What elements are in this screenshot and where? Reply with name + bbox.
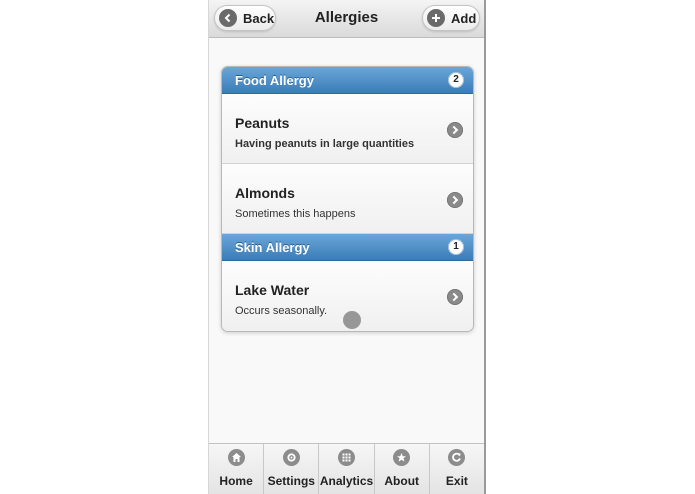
nav-label: Exit [445, 474, 468, 488]
phone-screen: Back Allergies Add Food Allergy 2 Peanut… [208, 0, 486, 494]
item-title: Almonds [235, 185, 295, 201]
nav-about[interactable]: About [375, 444, 430, 494]
nav-label: Analytics [319, 474, 374, 488]
chevron-right-icon [447, 192, 463, 208]
item-description: Having peanuts in large quantities [235, 138, 415, 150]
nav-exit[interactable]: Exit [430, 444, 484, 494]
item-title: Peanuts [235, 115, 290, 131]
list-item-almonds[interactable]: Almonds Sometimes this happens [222, 164, 473, 234]
item-description: Sometimes this happens [235, 208, 356, 220]
count-badge: 2 [448, 72, 464, 88]
list-item-peanuts[interactable]: Peanuts Having peanuts in large quantiti… [222, 94, 473, 164]
nav-label: Settings [267, 474, 315, 488]
refresh-icon [448, 449, 466, 466]
header-bar: Back Allergies Add [209, 0, 484, 38]
divider-title: Skin Allergy [235, 240, 310, 255]
plus-icon [427, 9, 445, 27]
touch-indicator [343, 311, 361, 329]
nav-analytics[interactable]: Analytics [319, 444, 375, 494]
add-button[interactable]: Add [422, 5, 480, 31]
item-description: Occurs seasonally. [235, 305, 328, 317]
add-button-label: Add [451, 10, 477, 26]
nav-home[interactable]: Home [209, 444, 265, 494]
nav-settings[interactable]: Settings [264, 444, 320, 494]
gear-icon [282, 449, 300, 466]
grid-icon [338, 449, 355, 466]
nav-label: About [384, 474, 420, 488]
list-divider-food-allergy: Food Allergy 2 [222, 67, 473, 94]
chevron-right-icon [447, 122, 463, 138]
chevron-right-icon [447, 289, 463, 305]
star-icon [393, 449, 411, 466]
home-icon [227, 449, 245, 466]
list-divider-skin-allergy: Skin Allergy 1 [222, 234, 473, 261]
allergy-list: Food Allergy 2 Peanuts Having peanuts in… [221, 66, 474, 332]
count-badge: 1 [448, 239, 464, 255]
footer-navbar: Home Settings Analytics About Exit [209, 443, 484, 494]
item-title: Lake Water [235, 282, 310, 298]
divider-title: Food Allergy [235, 73, 314, 88]
nav-label: Home [219, 474, 253, 488]
